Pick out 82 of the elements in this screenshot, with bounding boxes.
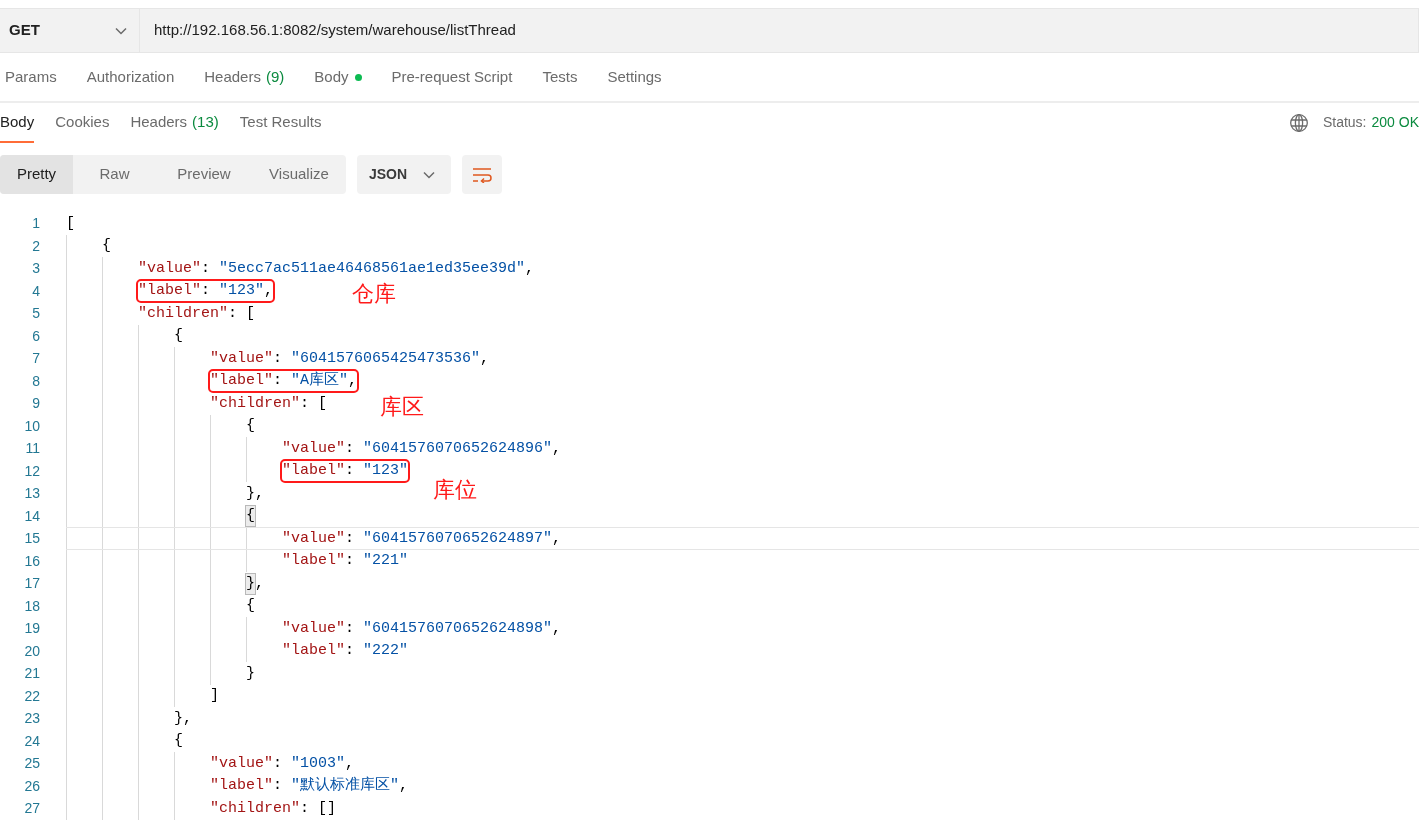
code-text: "children": [] xyxy=(210,798,337,819)
line-number: 15 xyxy=(23,529,40,549)
line-number: 21 xyxy=(23,664,40,684)
request-tab[interactable]: Body xyxy=(314,65,362,89)
status-value: 200 OK xyxy=(1371,113,1419,133)
code-text: [ xyxy=(66,213,75,234)
request-tab[interactable]: Params xyxy=(5,65,57,89)
line-number: 27 xyxy=(23,799,40,819)
code-text: "value": "6041576065425473536", xyxy=(210,348,490,369)
request-tab[interactable]: Headers (9) xyxy=(204,65,285,89)
status-label: Status: xyxy=(1322,113,1367,133)
code-text: "value": "6041576070652624897", xyxy=(282,528,562,549)
wrap-lines-icon xyxy=(472,166,492,183)
line-number: 25 xyxy=(23,754,40,774)
line-number: 16 xyxy=(23,551,40,571)
code-text: { xyxy=(246,416,255,437)
line-number: 26 xyxy=(23,776,40,796)
wrap-lines-button[interactable] xyxy=(462,155,502,195)
code-text: { xyxy=(102,236,111,257)
code-text: }, xyxy=(174,708,193,729)
line-number: 9 xyxy=(31,394,40,414)
response-tab[interactable]: Headers (13) xyxy=(130,103,219,143)
line-number: 7 xyxy=(31,349,40,369)
code-text: "label": "221" xyxy=(282,551,409,572)
response-tab[interactable]: Cookies xyxy=(55,103,110,143)
code-text: "value": "5ecc7ac511ae46468561ae1ed35ee39d", xyxy=(138,258,535,279)
request-tab[interactable]: Tests xyxy=(542,65,578,89)
code-text: { xyxy=(246,596,255,617)
chevron-down-icon xyxy=(423,170,436,179)
line-number: 23 xyxy=(23,709,40,729)
code-text: { xyxy=(174,731,183,752)
chevron-down-icon xyxy=(115,26,127,35)
line-number: 6 xyxy=(31,326,40,346)
line-number: 22 xyxy=(23,686,40,706)
url-field[interactable]: http://192.168.56.1:8082/system/warehouse/listThread xyxy=(139,8,1419,54)
code-text: "value": "6041576070652624896", xyxy=(282,438,562,459)
highlight-box: "label": "123" xyxy=(282,461,409,482)
request-tab[interactable]: Pre-request Script xyxy=(391,65,513,89)
code-text: ] xyxy=(210,686,219,707)
line-number: 11 xyxy=(24,439,40,459)
code-text: "children": [ xyxy=(138,303,256,324)
line-number: 24 xyxy=(23,731,40,751)
request-tab[interactable]: Authorization xyxy=(86,65,175,89)
code-text: { xyxy=(174,326,183,347)
line-number: 3 xyxy=(31,259,40,279)
annotation-text: 库位 xyxy=(433,476,477,505)
highlight-box: "label": "A库区", xyxy=(210,371,358,392)
response-tab[interactable]: Test Results xyxy=(239,103,322,143)
annotation-text: 仓库 xyxy=(352,280,396,309)
line-number: 1 xyxy=(31,214,40,234)
line-number: 20 xyxy=(23,641,40,661)
code-text: "label": "默认标准库区", xyxy=(210,776,409,797)
line-number: 12 xyxy=(23,461,40,481)
annotation-text: 库区 xyxy=(380,393,424,422)
code-text: } xyxy=(246,663,255,684)
view-mode-tab[interactable]: Pretty xyxy=(0,155,73,195)
view-mode-tab[interactable]: Preview xyxy=(156,155,252,195)
code-text: "value": "1003", xyxy=(210,753,355,774)
line-number: 8 xyxy=(31,371,40,391)
code-text: "value": "6041576070652624898", xyxy=(282,618,562,639)
line-number: 13 xyxy=(23,484,40,504)
line-number: 19 xyxy=(23,619,40,639)
view-mode-tab[interactable]: Visualize xyxy=(252,155,346,195)
code-text: }, xyxy=(246,573,265,594)
line-number: 14 xyxy=(23,506,40,526)
code-text: }, xyxy=(246,483,265,504)
line-number: 5 xyxy=(31,304,40,324)
method-dropdown[interactable]: GET xyxy=(0,8,139,54)
line-number: 18 xyxy=(23,596,40,616)
code-text: { xyxy=(246,506,255,527)
line-number: 17 xyxy=(23,574,40,594)
globe-icon xyxy=(1288,112,1309,133)
line-number: 4 xyxy=(31,281,40,301)
format-dropdown[interactable]: JSON xyxy=(357,155,451,195)
request-tab[interactable]: Settings xyxy=(607,65,662,89)
response-tab[interactable]: Body xyxy=(0,103,35,143)
code-text: "children": [ xyxy=(210,393,328,414)
highlight-box: "label": "123", xyxy=(138,281,274,302)
line-number: 10 xyxy=(23,416,40,436)
line-number: 2 xyxy=(31,236,40,256)
view-mode-tab[interactable]: Raw xyxy=(73,155,156,195)
code-text: "label": "222" xyxy=(282,641,409,662)
